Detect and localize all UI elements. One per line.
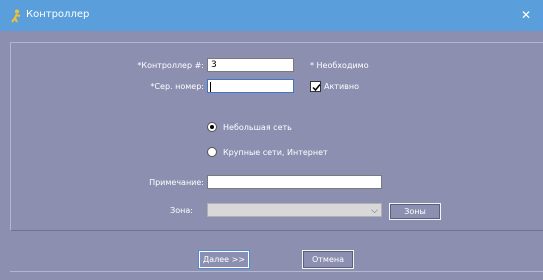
controller-number-input[interactable]: 3 [207,58,294,72]
cancel-button[interactable]: Отмена [302,250,354,269]
serial-number-input[interactable] [207,79,294,93]
controller-figure-icon [11,9,21,23]
next-button[interactable]: Далее >> [198,250,250,269]
window-title: Контроллер [26,9,90,20]
radio-large-network-label: Крупные сети, Интернет [223,148,328,157]
radio-small-network[interactable] [207,122,217,132]
controller-number-label: *Контроллер #: [137,61,204,70]
serial-number-label: *Сер. номер: [150,82,204,91]
next-button-label: Далее >> [202,255,246,264]
active-checkbox[interactable] [310,81,321,92]
text-caret [210,82,211,92]
zone-select[interactable]: ⌵ [207,203,382,217]
zone-label: Зона: [170,206,193,215]
radio-large-network[interactable] [207,147,217,157]
cancel-button-label: Отмена [311,255,345,264]
note-input[interactable] [207,175,382,189]
checkmark-icon [312,84,321,92]
zones-button-label: Зоны [404,207,426,216]
required-note: * Необходимо [310,61,369,70]
zones-button[interactable]: Зоны [389,203,441,220]
close-button[interactable]: ✕ [509,0,543,31]
title-bar: Контроллер ✕ [0,0,543,31]
radio-small-network-label: Небольшая сеть [223,123,292,132]
radio-selected-dot [210,125,214,129]
bottom-divider [10,271,543,272]
close-icon: ✕ [520,8,532,22]
note-label: Примечание: [149,178,204,187]
active-label: Активно [324,82,360,91]
chevron-down-icon: ⌵ [371,206,378,216]
